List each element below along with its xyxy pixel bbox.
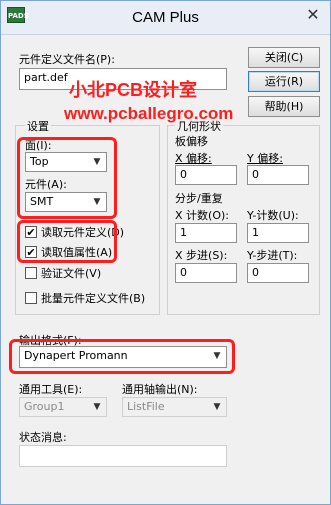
y-step-input[interactable]: 0 [247, 263, 309, 283]
settings-group-label: 设置 [25, 118, 51, 134]
chevron-down-icon: ▼ [93, 402, 101, 412]
axis-output-value: ListFile [127, 400, 165, 413]
general-tool-label: 通用工具(E): [19, 383, 83, 396]
y-step-label: Y-步进(T): [247, 249, 298, 262]
board-offset-label: 板偏移 [175, 135, 208, 148]
close-window-icon[interactable]: ✕ [304, 6, 322, 24]
checkbox-batch-part-def[interactable]: 批量元件定义文件(B) [25, 290, 145, 306]
part-def-label: 元件定义文件名(P): [19, 53, 115, 66]
title-bar: PADS CAM Plus ✕ [1, 1, 330, 35]
highlight-side-component [17, 137, 117, 219]
checkbox-label: 验证文件(V) [41, 267, 102, 280]
x-offset-input[interactable]: 0 [175, 165, 237, 185]
general-tool-value: Group1 [24, 400, 65, 413]
x-step-input[interactable]: 0 [175, 263, 237, 283]
x-step-label: X 步进(S): [175, 249, 228, 262]
highlight-output-format [9, 339, 235, 374]
y-count-input[interactable]: 1 [247, 223, 309, 243]
run-button[interactable]: 运行(R) [248, 71, 320, 92]
checkbox-empty-icon [25, 267, 37, 279]
close-button[interactable]: 关闭(C) [248, 47, 320, 68]
status-message-box [19, 445, 227, 467]
y-offset-input[interactable]: 0 [247, 165, 309, 185]
axis-output-select[interactable]: ListFile ▼ [122, 397, 227, 417]
general-tool-select[interactable]: Group1 ▼ [19, 397, 107, 417]
x-count-label: X 计数(O): [175, 209, 229, 222]
axis-output-label: 通用轴输出(N): [122, 383, 198, 396]
status-label: 状态消息: [19, 431, 67, 444]
cam-plus-dialog: PADS CAM Plus ✕ 元件定义文件名(P): part.def 关闭(… [0, 0, 331, 505]
highlight-read-checkboxes [17, 220, 117, 263]
y-offset-label: Y 偏移: [247, 152, 283, 165]
watermark-url: www.pcballegro.com [64, 104, 234, 123]
checkbox-label: 批量元件定义文件(B) [41, 292, 146, 305]
step-repeat-label: 分步/重复 [175, 192, 223, 205]
x-offset-label: X 偏移: [175, 152, 212, 165]
help-button[interactable]: 帮助(H) [248, 96, 320, 117]
window-title: CAM Plus [132, 9, 199, 26]
chevron-down-icon: ▼ [213, 402, 221, 412]
checkbox-verify-file[interactable]: 验证文件(V) [25, 265, 101, 281]
watermark-studio: 小北PCB设计室 [69, 80, 198, 100]
x-count-input[interactable]: 1 [175, 223, 237, 243]
checkbox-empty-icon [25, 292, 37, 304]
y-count-label: Y-计数(U): [247, 209, 299, 222]
